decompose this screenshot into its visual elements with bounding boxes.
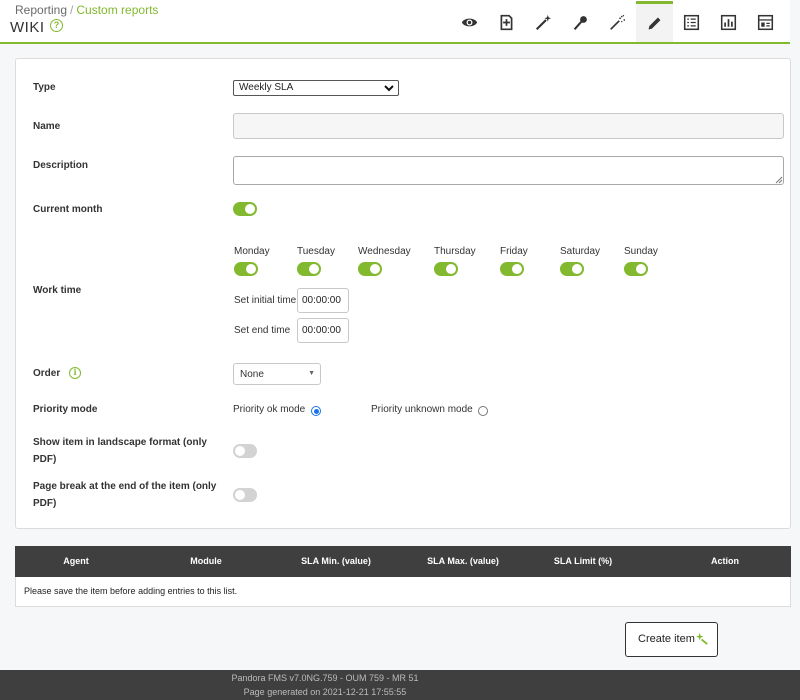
pin-button[interactable] [562, 4, 599, 41]
wizard-icon [535, 14, 552, 31]
sla-table-header: Agent Module SLA Min. (value) SLA Max. (… [15, 546, 791, 577]
sla-wizard-icon [610, 15, 626, 30]
breadcrumb-separator: / [70, 3, 74, 17]
footer-version: Pandora FMS v7.0NG.759 - OUM 759 - MR 51 [231, 673, 419, 683]
saturday-toggle[interactable] [560, 262, 584, 276]
item-form-panel: Type Weekly SLA Name Description Current… [15, 58, 791, 529]
eye-icon [461, 18, 478, 27]
view-report-button[interactable] [451, 4, 488, 41]
priority-unknown-label: Priority unknown mode [371, 404, 473, 415]
description-label: Description [33, 160, 89, 171]
name-input[interactable] [233, 113, 784, 139]
type-select-value: Weekly SLA [239, 82, 294, 93]
day-label-saturday: Saturday [560, 246, 601, 257]
type-select[interactable]: Weekly SLA [233, 80, 399, 96]
day-label-thursday: Thursday [434, 246, 476, 257]
description-textarea[interactable] [233, 156, 784, 185]
monday-toggle[interactable] [234, 262, 258, 276]
footer-generated: Page generated on 2021-12-21 17:55:55 [243, 687, 407, 697]
breadcrumb: Reporting / Custom reports [15, 3, 158, 17]
edit-item-tab[interactable] [636, 1, 673, 42]
initial-time-label: Set initial time [234, 295, 297, 306]
column-action: Action [711, 556, 739, 566]
work-time-label: Work time [33, 285, 82, 296]
add-item-button[interactable] [488, 4, 525, 41]
page-break-label-line2: PDF) [33, 498, 57, 509]
day-label-tuesday: Tuesday [297, 246, 335, 257]
pin-icon [573, 16, 587, 31]
initial-time-input[interactable]: 00:00:00 [297, 288, 349, 313]
day-label-monday: Monday [234, 246, 270, 257]
day-label-wednesday: Wednesday [358, 246, 411, 257]
dashboard-button[interactable] [747, 4, 784, 41]
wizard-button[interactable] [525, 4, 562, 41]
friday-toggle[interactable] [500, 262, 524, 276]
current-month-label: Current month [33, 204, 103, 215]
type-label: Type [33, 82, 56, 93]
thursday-toggle[interactable] [434, 262, 458, 276]
landscape-toggle[interactable] [233, 444, 257, 458]
landscape-label: Show item in landscape format (only PDF) [33, 434, 207, 468]
caret-down-icon: ▼ [308, 370, 315, 377]
breadcrumb-reporting[interactable]: Reporting [15, 3, 67, 17]
sla-table-body: Please save the item before adding entri… [15, 577, 791, 607]
column-sla-max: SLA Max. (value) [427, 556, 499, 566]
day-label-friday: Friday [500, 246, 528, 257]
page-break-toggle[interactable] [233, 488, 257, 502]
help-icon[interactable]: ? [50, 19, 63, 32]
order-select-value: None [240, 369, 264, 380]
footer: Pandora FMS v7.0NG.759 - OUM 759 - MR 51… [0, 670, 800, 700]
column-sla-limit: SLA Limit (%) [553, 556, 613, 566]
create-item-label: Create item [638, 633, 695, 645]
sunday-toggle[interactable] [624, 262, 648, 276]
list-items-button[interactable] [673, 4, 710, 41]
breadcrumb-custom-reports[interactable]: Custom reports [76, 3, 158, 17]
tuesday-toggle[interactable] [297, 262, 321, 276]
add-item-icon [500, 14, 513, 31]
page-header: Reporting / Custom reports WIKI ? [0, 0, 790, 44]
priority-mode-label: Priority mode [33, 404, 98, 415]
empty-table-message: Please save the item before adding entri… [24, 586, 238, 596]
order-select[interactable]: None ▼ [233, 363, 321, 385]
column-module: Module [190, 556, 222, 566]
wednesday-toggle[interactable] [358, 262, 382, 276]
info-icon[interactable]: i [69, 367, 81, 379]
dashboard-icon [757, 14, 774, 31]
end-time-label: Set end time [234, 325, 291, 336]
column-sla-min: SLA Min. (value) [301, 556, 371, 566]
page-title: WIKI [10, 19, 45, 36]
resize-grip-icon[interactable] [775, 176, 783, 184]
sla-wizard-button[interactable] [599, 4, 636, 41]
column-agent: Agent [63, 556, 89, 566]
landscape-label-line2: PDF) [33, 454, 57, 465]
wand-icon [696, 632, 708, 645]
list-icon [683, 14, 700, 31]
chart-icon [720, 14, 737, 31]
create-item-button[interactable]: Create item [625, 622, 718, 657]
chevron-down-icon [384, 85, 394, 92]
chart-button[interactable] [710, 4, 747, 41]
landscape-label-line1: Show item in landscape format (only [33, 437, 207, 448]
priority-ok-radio[interactable] [311, 406, 321, 416]
page-break-label-line1: Page break at the end of the item (only [33, 481, 217, 492]
priority-unknown-radio[interactable] [478, 406, 488, 416]
page-break-label: Page break at the end of the item (only … [33, 478, 216, 512]
name-label: Name [33, 121, 61, 132]
day-label-sunday: Sunday [624, 246, 658, 257]
priority-ok-label: Priority ok mode [233, 404, 306, 415]
end-time-input[interactable]: 00:00:00 [297, 318, 349, 343]
pencil-icon [648, 17, 661, 29]
order-label: Order [33, 368, 61, 379]
current-month-toggle[interactable] [233, 202, 257, 216]
